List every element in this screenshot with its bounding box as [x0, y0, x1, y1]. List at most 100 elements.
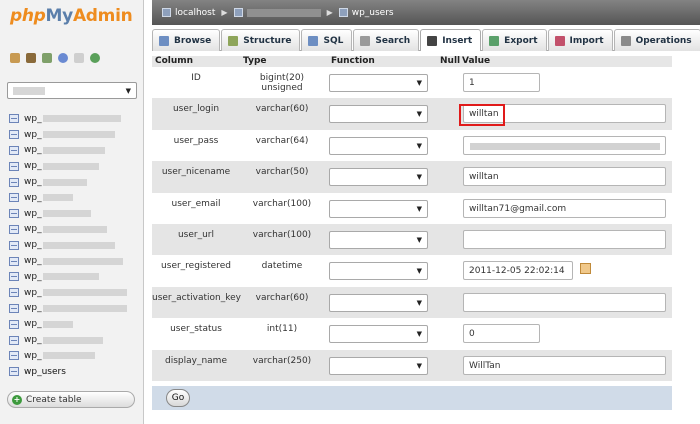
- database-select[interactable]: ▼: [7, 82, 137, 99]
- value-input[interactable]: 2011-12-05 22:02:14: [463, 261, 573, 281]
- value-input[interactable]: willtan: [463, 167, 666, 187]
- column-name: user_nicename: [161, 167, 231, 178]
- sidebar-item-table[interactable]: wp_: [9, 143, 137, 159]
- home-icon[interactable]: [10, 53, 20, 63]
- chevron-down-icon: ▼: [416, 298, 422, 307]
- import-icon: [554, 35, 565, 46]
- sidebar-item-table[interactable]: wp_: [9, 190, 137, 206]
- value-text: willtan71@gmail.com: [469, 203, 567, 214]
- function-select[interactable]: ▼: [329, 74, 428, 92]
- breadcrumb-separator-icon: ▶: [326, 8, 333, 17]
- sidebar-item-table[interactable]: wp_: [9, 206, 137, 222]
- sidebar-item-table[interactable]: wp_: [9, 269, 137, 285]
- column-type: varchar(100): [252, 229, 312, 240]
- sidebar-item-label: wp_: [24, 287, 42, 298]
- value-input[interactable]: 1: [463, 73, 540, 92]
- sidebar-item-table[interactable]: wp_: [9, 111, 137, 127]
- sidebar-item-table[interactable]: wp_: [9, 332, 137, 348]
- calendar-icon[interactable]: [580, 263, 591, 275]
- sidebar-item-table[interactable]: wp_: [9, 348, 137, 364]
- tab-operations[interactable]: Operations: [613, 29, 700, 51]
- sidebar-item-table[interactable]: wp_: [9, 158, 137, 174]
- value-input[interactable]: WillTan: [463, 355, 666, 375]
- breadcrumb-database[interactable]: [233, 8, 321, 17]
- field-row-user-login: user_login varchar(60) ▼ willtan: [152, 98, 672, 130]
- table-icon: [9, 161, 19, 171]
- value-input[interactable]: 0: [463, 324, 540, 344]
- function-select[interactable]: ▼: [329, 168, 428, 187]
- sidebar-item-table[interactable]: wp_: [9, 316, 137, 332]
- table-icon: [9, 272, 19, 282]
- sidebar-item-label: wp_: [24, 113, 42, 124]
- tab-browse[interactable]: Browse: [152, 29, 221, 51]
- tab-bar: Browse Structure SQL Search Insert Export Impo…: [152, 29, 700, 51]
- tab-search[interactable]: Search: [353, 29, 420, 51]
- breadcrumb-server[interactable]: localhost: [162, 8, 215, 18]
- breadcrumb-table[interactable]: wp_users: [338, 8, 394, 18]
- table-icon: [9, 335, 19, 345]
- tab-insert[interactable]: Insert: [420, 29, 482, 51]
- column-name: display_name: [165, 355, 227, 366]
- value-input[interactable]: [463, 292, 666, 312]
- phpmyadmin-window: phpMyAdmin ▼ wp_ wp_ wp_ wp_ wp_ wp_ wp_ wp_ wp_…: [0, 0, 700, 424]
- field-row-user-email: user_email varchar(100) ▼ willtan71@gmail.c…: [152, 192, 672, 224]
- value-input[interactable]: [463, 229, 666, 249]
- tab-import[interactable]: Import: [547, 29, 613, 51]
- go-button[interactable]: Go: [166, 389, 190, 407]
- tab-sql[interactable]: SQL: [301, 29, 353, 51]
- help-icon[interactable]: [58, 53, 68, 63]
- value-input[interactable]: [463, 135, 666, 155]
- chevron-down-icon: ▼: [416, 110, 422, 119]
- create-table-button[interactable]: + Create table: [7, 391, 135, 408]
- function-select[interactable]: ▼: [329, 325, 428, 344]
- column-type: varchar(100): [252, 198, 312, 209]
- function-select[interactable]: ▼: [329, 199, 428, 218]
- sql-icon[interactable]: [42, 53, 52, 63]
- redacted-table-name: [42, 162, 99, 170]
- column-type: varchar(60): [255, 104, 309, 115]
- function-select[interactable]: ▼: [329, 105, 428, 124]
- insert-form-grid: Column Type Function Null Value ID bigint…: [152, 56, 672, 381]
- tab-label: Structure: [243, 35, 292, 46]
- chevron-down-icon: ▼: [125, 87, 131, 95]
- column-type: int(11): [266, 324, 298, 335]
- table-icon: [9, 224, 19, 234]
- sidebar-item-table[interactable]: wp_: [9, 301, 137, 317]
- sidebar-item-table[interactable]: wp_: [9, 237, 137, 253]
- tab-export[interactable]: Export: [482, 29, 547, 51]
- breadcrumb-database-label: [246, 8, 321, 17]
- structure-icon: [228, 35, 239, 46]
- breadcrumb: localhost ▶ ▶ wp_users: [152, 0, 700, 25]
- function-select[interactable]: ▼: [329, 356, 428, 375]
- database-icon[interactable]: [26, 53, 36, 63]
- function-select[interactable]: ▼: [329, 293, 428, 312]
- sidebar-item-table[interactable]: wp_: [9, 174, 137, 190]
- redacted-table-name: [42, 210, 91, 218]
- redacted-table-name: [42, 241, 115, 249]
- value-input[interactable]: willtan71@gmail.com: [463, 198, 666, 218]
- docs-icon[interactable]: [74, 53, 84, 63]
- function-select[interactable]: ▼: [329, 136, 428, 155]
- database-select-value: [13, 87, 45, 95]
- sidebar-item-table[interactable]: wp_: [9, 285, 137, 301]
- function-select[interactable]: ▼: [329, 262, 428, 281]
- reload-icon[interactable]: [90, 53, 100, 63]
- sidebar-item-label: wp_: [24, 271, 42, 282]
- sidebar-item-label: wp_: [24, 319, 42, 330]
- grid-header: Column Type Function Null Value: [152, 56, 672, 67]
- chevron-down-icon: ▼: [416, 204, 422, 213]
- sidebar-item-table[interactable]: wp_: [9, 127, 137, 143]
- function-select[interactable]: ▼: [329, 230, 428, 249]
- sidebar-item-table[interactable]: wp_users: [9, 364, 137, 380]
- phpmyadmin-logo[interactable]: phpMyAdmin: [10, 6, 133, 26]
- column-type: varchar(64): [255, 135, 309, 146]
- sidebar-item-table[interactable]: wp_: [9, 222, 137, 238]
- redacted-password: [470, 142, 660, 150]
- table-icon: [9, 288, 19, 298]
- sidebar-item-label: wp_: [24, 177, 42, 188]
- tab-structure[interactable]: Structure: [221, 29, 301, 51]
- table-icon: [9, 130, 19, 140]
- chevron-down-icon: ▼: [416, 235, 422, 244]
- column-name: user_status: [170, 324, 222, 335]
- sidebar-item-table[interactable]: wp_: [9, 253, 137, 269]
